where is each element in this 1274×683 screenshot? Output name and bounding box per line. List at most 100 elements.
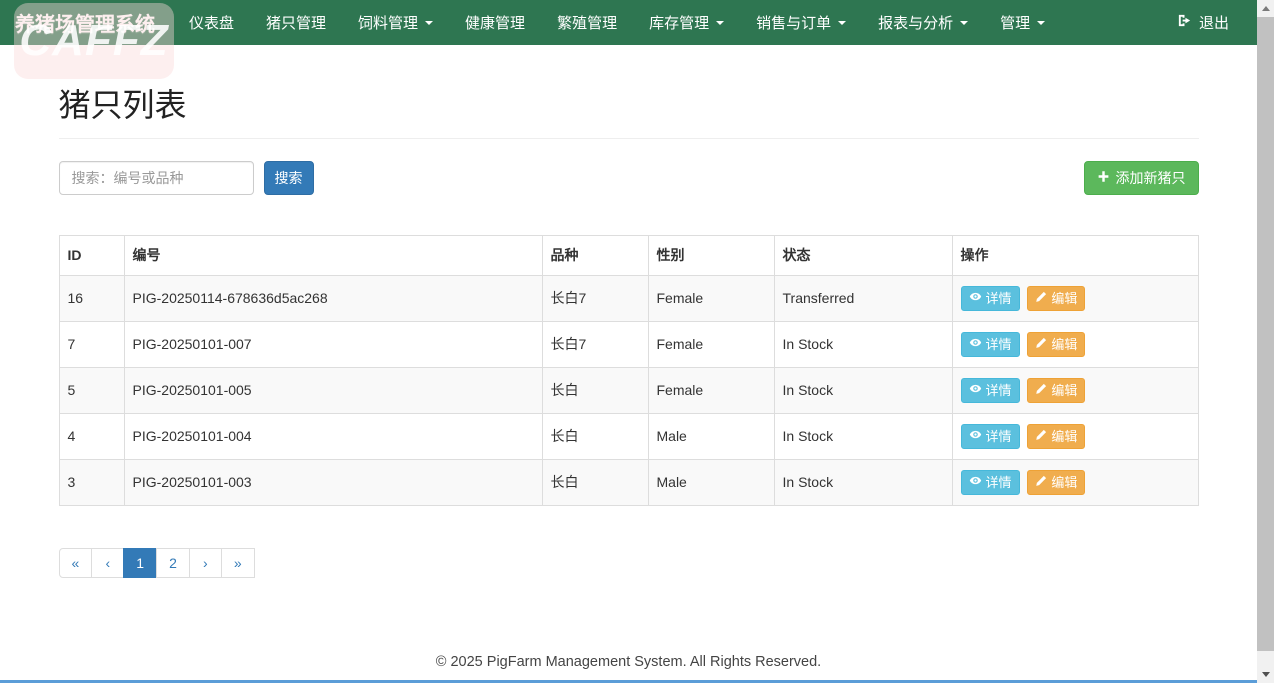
nav-item-label: 饲料管理 (358, 12, 418, 33)
nav-item[interactable]: 猪只管理 (250, 0, 342, 45)
header-actions: 操作 (952, 235, 1198, 275)
nav-item[interactable]: 健康管理 (449, 0, 541, 45)
pencil-icon (1035, 428, 1047, 445)
sign-out-icon (1177, 13, 1192, 32)
cell-id: 7 (59, 321, 124, 367)
nav-item[interactable]: 仪表盘 (173, 0, 250, 45)
cell-id: 16 (59, 275, 124, 321)
cell-code: PIG-20250101-007 (124, 321, 542, 367)
table-row: 4 PIG-20250101-004 长白 Male In Stock (59, 413, 1198, 459)
header-id: ID (59, 235, 124, 275)
chevron-down-icon (838, 21, 846, 25)
nav-item[interactable]: 饲料管理 (342, 0, 449, 45)
nav-item[interactable]: 报表与分析 (862, 0, 984, 45)
chevron-down-icon (425, 21, 433, 25)
logout-button[interactable]: 退出 (1177, 0, 1257, 45)
arrow-down-icon (1262, 672, 1270, 677)
cell-status: In Stock (774, 459, 952, 505)
edit-button[interactable]: 编辑 (1027, 378, 1085, 403)
table-row: 3 PIG-20250101-003 长白 Male In Stock (59, 459, 1198, 505)
chevron-down-icon (716, 21, 724, 25)
nav-item-label: 销售与订单 (756, 12, 831, 33)
cell-breed: 长白7 (542, 275, 648, 321)
cell-actions: 详情 编辑 (952, 275, 1198, 321)
detail-button[interactable]: 详情 (961, 470, 1020, 495)
nav-item[interactable]: 库存管理 (633, 0, 740, 45)
edit-button-label: 编辑 (1051, 382, 1077, 399)
pagination-item[interactable]: › (189, 548, 222, 578)
header-status: 状态 (774, 235, 952, 275)
cell-breed: 长白 (542, 367, 648, 413)
cell-code: PIG-20250101-003 (124, 459, 542, 505)
edit-button[interactable]: 编辑 (1027, 470, 1085, 495)
footer: © 2025 PigFarm Management System. All Ri… (59, 654, 1199, 683)
pagination: « ‹ 1 2 › » (59, 548, 255, 578)
cell-id: 4 (59, 413, 124, 459)
header-breed: 品种 (542, 235, 648, 275)
pagination-item[interactable]: ‹ (91, 548, 124, 578)
nav-item[interactable]: 繁殖管理 (541, 0, 633, 45)
cell-id: 5 (59, 367, 124, 413)
detail-button[interactable]: 详情 (961, 286, 1020, 311)
add-pig-button[interactable]: 添加新猪只 (1084, 161, 1199, 195)
pagination-item-label: « (72, 555, 80, 571)
scroll-down-button[interactable] (1257, 666, 1274, 683)
detail-button[interactable]: 详情 (961, 378, 1020, 403)
copyright-text: © 2025 PigFarm Management System. All Ri… (59, 654, 1199, 670)
nav-item[interactable]: 管理 (984, 0, 1061, 45)
cell-gender: Male (648, 413, 774, 459)
detail-button-label: 详情 (986, 290, 1012, 307)
nav-item[interactable]: 销售与订单 (740, 0, 862, 45)
nav-item-label: 仪表盘 (189, 12, 234, 33)
nav-item-label: 管理 (1000, 12, 1030, 33)
pagination-item[interactable]: 2 (156, 548, 190, 578)
table-header-row: ID 编号 品种 性别 状态 操作 (59, 235, 1198, 275)
cell-code: PIG-20250114-678636d5ac268 (124, 275, 542, 321)
cell-breed: 长白7 (542, 321, 648, 367)
pagination-item[interactable]: » (221, 548, 255, 578)
edit-button-label: 编辑 (1051, 474, 1077, 491)
eye-icon (969, 382, 982, 399)
pagination-item[interactable]: « (59, 548, 93, 578)
pencil-icon (1035, 382, 1047, 399)
edit-button-label: 编辑 (1051, 428, 1077, 445)
cell-code: PIG-20250101-004 (124, 413, 542, 459)
pencil-icon (1035, 474, 1047, 491)
edit-button[interactable]: 编辑 (1027, 424, 1085, 449)
toolbar: 搜索 添加新猪只 (59, 161, 1199, 195)
cell-gender: Female (648, 321, 774, 367)
logout-label: 退出 (1199, 12, 1229, 33)
chevron-down-icon (1037, 21, 1045, 25)
search-button[interactable]: 搜索 (264, 161, 314, 195)
detail-button-label: 详情 (986, 336, 1012, 353)
detail-button[interactable]: 详情 (961, 424, 1020, 449)
pagination-item-label: 1 (136, 555, 144, 571)
nav-menu: 仪表盘 猪只管理 饲料管理 健康管理 繁殖管理 (173, 0, 1061, 45)
nav-item-label: 猪只管理 (266, 12, 326, 33)
app-brand[interactable]: 养猪场管理系统 (15, 0, 173, 45)
edit-button-label: 编辑 (1051, 290, 1077, 307)
cell-breed: 长白 (542, 459, 648, 505)
pagination-item-label: 2 (169, 555, 177, 571)
scroll-up-button[interactable] (1257, 0, 1274, 17)
cell-gender: Female (648, 275, 774, 321)
edit-button[interactable]: 编辑 (1027, 286, 1085, 311)
vertical-scrollbar[interactable] (1257, 0, 1274, 683)
cell-status: In Stock (774, 321, 952, 367)
cell-gender: Female (648, 367, 774, 413)
scrollbar-thumb[interactable] (1257, 17, 1274, 651)
cell-breed: 长白 (542, 413, 648, 459)
edit-button[interactable]: 编辑 (1027, 332, 1085, 357)
detail-button[interactable]: 详情 (961, 332, 1020, 357)
table-row: 7 PIG-20250101-007 长白7 Female In Stock (59, 321, 1198, 367)
plus-icon (1097, 168, 1110, 188)
cell-status: In Stock (774, 367, 952, 413)
pagination-item[interactable]: 1 (123, 548, 157, 578)
table-row: 5 PIG-20250101-005 长白 Female In Stock (59, 367, 1198, 413)
cell-actions: 详情 编辑 (952, 321, 1198, 367)
cell-actions: 详情 编辑 (952, 413, 1198, 459)
header-code: 编号 (124, 235, 542, 275)
search-input[interactable] (59, 161, 254, 195)
pagination-item-label: » (234, 555, 242, 571)
cell-status: Transferred (774, 275, 952, 321)
